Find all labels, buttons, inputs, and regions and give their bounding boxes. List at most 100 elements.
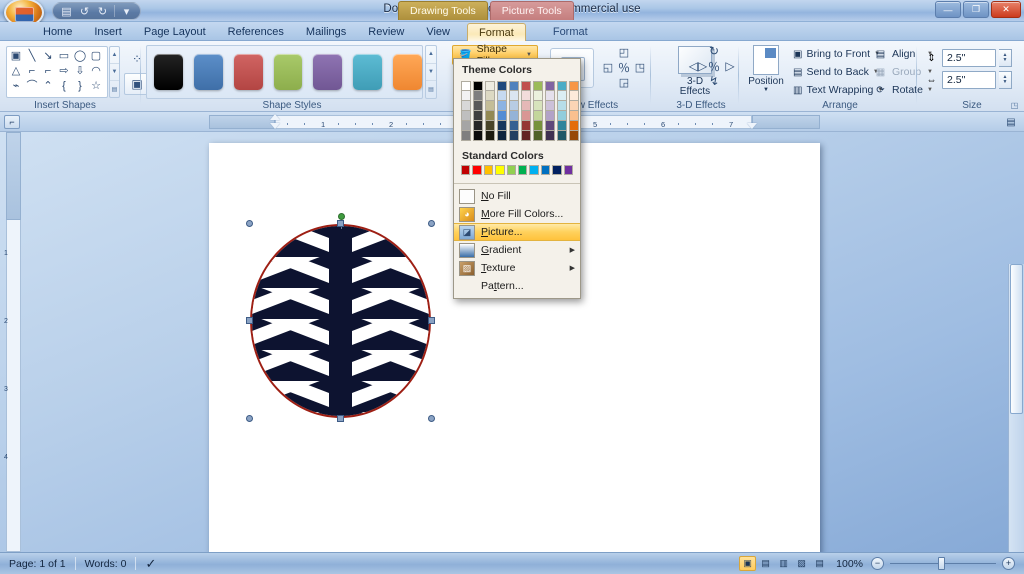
tab-references[interactable]: References	[217, 23, 295, 41]
theme-swatch[interactable]	[557, 111, 567, 121]
theme-swatch[interactable]	[545, 91, 555, 101]
tilt-left-icon[interactable]: ◁▷	[689, 59, 707, 73]
standard-swatch[interactable]	[472, 165, 482, 175]
menu-item-texture[interactable]: ▨ Texture ▶	[454, 259, 580, 277]
contextual-tab-drawing-tools[interactable]: Drawing Tools	[398, 1, 488, 20]
shape-icon-curve[interactable]: ⌒	[24, 79, 40, 94]
tilt-right-icon[interactable]: ▷	[722, 59, 738, 73]
shapes-gallery[interactable]: ▣ ╲ ↘ ▭ ◯ ▢ △ ⌐ ⌐ ⇨ ⇩ ◠ ⌁ ⌒ ⌃ { } ☆	[6, 46, 108, 98]
shape-style-swatch[interactable]	[313, 54, 343, 90]
theme-swatch[interactable]	[521, 91, 531, 101]
tilt-down-icon[interactable]: ↯	[706, 74, 722, 88]
theme-swatch[interactable]	[485, 131, 495, 141]
theme-swatch[interactable]	[497, 81, 507, 91]
contextual-tab-picture-tools[interactable]: Picture Tools	[489, 1, 574, 20]
resize-handle-bottom-left[interactable]	[246, 415, 253, 422]
theme-color-column[interactable]	[569, 81, 579, 141]
theme-swatch[interactable]	[557, 131, 567, 141]
spelling-check-icon[interactable]: ✓	[136, 553, 165, 574]
theme-swatch[interactable]	[521, 121, 531, 131]
shape-icon-arrow-line[interactable]: ↘	[40, 49, 56, 64]
theme-swatch[interactable]	[533, 111, 543, 121]
theme-swatch[interactable]	[557, 81, 567, 91]
shape-icon-left-brace[interactable]: {	[56, 79, 72, 94]
shape-icon-elbow-connector[interactable]: ⌐	[24, 64, 40, 79]
theme-swatch[interactable]	[485, 91, 495, 101]
styles-gallery-more-icon[interactable]: ▤	[426, 81, 436, 98]
shape-style-swatch[interactable]	[193, 54, 223, 90]
standard-swatch[interactable]	[495, 165, 505, 175]
theme-color-column[interactable]	[533, 81, 543, 141]
menu-item-pattern[interactable]: Pattern...	[454, 277, 580, 295]
vertical-scrollbar[interactable]	[1008, 264, 1024, 574]
shape-icon-cloud[interactable]: ◠	[88, 64, 104, 79]
theme-swatch[interactable]	[461, 81, 471, 91]
theme-color-column[interactable]	[557, 81, 567, 141]
shape-icon-star[interactable]: ☆	[88, 79, 104, 94]
theme-color-column[interactable]	[497, 81, 507, 141]
resize-handle-bottom-center[interactable]	[337, 415, 344, 422]
theme-color-column[interactable]	[485, 81, 495, 141]
shape-icon-down-arrow[interactable]: ⇩	[72, 64, 88, 79]
shape-style-swatch[interactable]	[393, 54, 423, 90]
standard-swatch[interactable]	[552, 165, 562, 175]
theme-swatch[interactable]	[461, 121, 471, 131]
tab-page-layout[interactable]: Page Layout	[133, 23, 217, 41]
theme-swatch[interactable]	[461, 101, 471, 111]
shadow-on-off-icon[interactable]: ％	[616, 60, 632, 75]
shape-icon-right-arrow[interactable]: ⇨	[56, 64, 72, 79]
shape-styles-scroll[interactable]: ▲ ▼ ▤	[425, 45, 437, 99]
shape-width-input[interactable]: 2.5"	[942, 71, 996, 89]
position-dropdown-icon[interactable]: ▼	[744, 87, 788, 94]
shape-icon-right-brace[interactable]: }	[72, 79, 88, 94]
theme-swatch[interactable]	[509, 131, 519, 141]
close-button[interactable]: ✕	[991, 1, 1021, 18]
size-dialog-launcher-icon[interactable]: ◳	[1009, 100, 1020, 111]
theme-swatch[interactable]	[497, 111, 507, 121]
page-indicator[interactable]: Page: 1 of 1	[0, 553, 75, 574]
theme-color-column[interactable]	[461, 81, 471, 141]
shape-icon-elbow-arrow[interactable]: ⌐	[40, 64, 56, 79]
theme-swatch[interactable]	[461, 131, 471, 141]
shape-style-swatch[interactable]	[233, 54, 263, 90]
theme-swatch[interactable]	[473, 81, 483, 91]
theme-swatch[interactable]	[461, 91, 471, 101]
shapes-scroll-down-icon[interactable]: ▼	[110, 64, 119, 81]
view-ruler-toggle-icon[interactable]: ▤	[1004, 115, 1018, 129]
resize-handle-bottom-right[interactable]	[428, 415, 435, 422]
theme-swatch[interactable]	[545, 121, 555, 131]
theme-swatch[interactable]	[557, 91, 567, 101]
shape-styles-gallery[interactable]	[146, 45, 423, 99]
selected-shape[interactable]	[246, 213, 435, 422]
shape-height-stepper[interactable]: ▲ ▼	[999, 49, 1012, 67]
tab-drawing-format[interactable]: Format	[467, 23, 526, 41]
standard-swatch[interactable]	[506, 165, 517, 175]
theme-swatch[interactable]	[545, 101, 555, 111]
menu-item-gradient[interactable]: Gradient ▶	[454, 241, 580, 259]
chevron-filled-circle[interactable]	[250, 224, 431, 418]
resize-handle-top-right[interactable]	[428, 220, 435, 227]
shadow-nudge-right-icon[interactable]: ◳	[632, 60, 648, 74]
styles-scroll-up-icon[interactable]: ▲	[426, 46, 436, 64]
theme-swatch[interactable]	[473, 111, 483, 121]
theme-swatch[interactable]	[533, 131, 543, 141]
web-layout-view-button[interactable]: ▥	[775, 556, 792, 571]
theme-swatch[interactable]	[521, 131, 531, 141]
theme-swatch[interactable]	[569, 121, 579, 131]
theme-swatch[interactable]	[569, 81, 579, 91]
shape-style-swatch[interactable]	[154, 54, 183, 90]
standard-swatch[interactable]	[563, 165, 574, 175]
standard-swatch[interactable]	[518, 165, 528, 175]
bring-to-front-button[interactable]: ▣ Bring to Front ▼	[790, 45, 880, 63]
theme-color-column[interactable]	[473, 81, 483, 141]
theme-color-column[interactable]	[521, 81, 531, 141]
theme-swatch[interactable]	[545, 81, 555, 91]
theme-swatch[interactable]	[557, 101, 567, 111]
shadow-nudge-up-icon[interactable]: ◰	[616, 45, 632, 59]
shapes-gallery-scroll[interactable]: ▲ ▼ ▤	[109, 46, 120, 98]
theme-swatch[interactable]	[569, 91, 579, 101]
zoom-level[interactable]: 100%	[828, 553, 871, 574]
zoom-in-button[interactable]: +	[1002, 557, 1015, 570]
send-to-back-button[interactable]: ▤ Send to Back ▼	[790, 63, 879, 81]
standard-swatch[interactable]	[483, 165, 494, 175]
